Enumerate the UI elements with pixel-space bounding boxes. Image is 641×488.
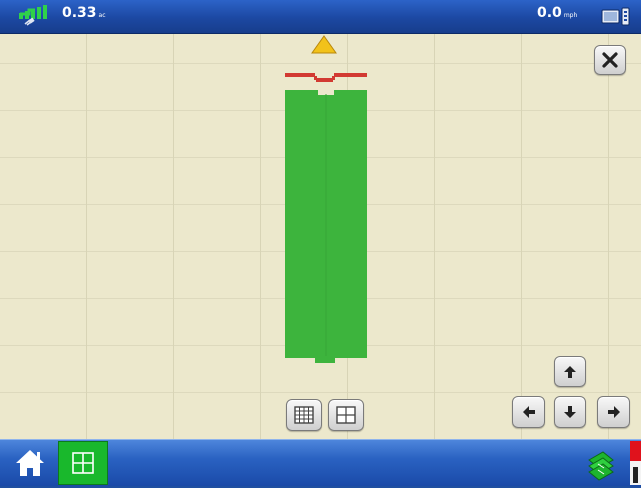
- vehicle-marker: [311, 35, 337, 54]
- close-button[interactable]: [594, 45, 626, 75]
- coverage-map[interactable]: [0, 34, 641, 439]
- arrow-up-icon: [564, 365, 576, 378]
- map-view-tab[interactable]: [58, 441, 108, 485]
- area-unit: ac: [98, 12, 106, 19]
- grid-coarse-icon: [336, 406, 356, 424]
- grid-coarse-button[interactable]: [328, 399, 364, 431]
- implement-bar: [285, 73, 367, 82]
- coverage-map-canvas: [285, 35, 367, 363]
- close-icon: [602, 52, 618, 68]
- side-indicator[interactable]: [630, 441, 641, 485]
- grid-fine-button[interactable]: [286, 399, 322, 431]
- speed-readout: 0.0 mph: [537, 5, 577, 21]
- home-button[interactable]: [8, 444, 52, 482]
- pan-up-button[interactable]: [554, 356, 586, 387]
- display-settings-icon[interactable]: [601, 6, 631, 28]
- pan-left-button[interactable]: [512, 396, 545, 428]
- arrow-down-icon: [564, 406, 576, 418]
- area-value: 0.33: [62, 5, 97, 21]
- home-icon: [16, 450, 44, 476]
- map-grid-icon: [72, 452, 94, 474]
- status-bar: 0.33 ac 0.0 mph: [0, 0, 641, 34]
- grid-fine-icon: [294, 406, 314, 424]
- pan-right-button[interactable]: [597, 396, 630, 428]
- field-coverage-icon[interactable]: [586, 446, 616, 482]
- arrow-right-icon: [607, 406, 620, 418]
- speed-unit: mph: [563, 12, 578, 19]
- area-readout: 0.33 ac: [62, 5, 106, 21]
- pan-down-button[interactable]: [554, 396, 586, 428]
- arrow-left-icon: [522, 406, 535, 418]
- speed-value: 0.0: [537, 5, 562, 21]
- gps-satellite-icon[interactable]: [17, 4, 51, 28]
